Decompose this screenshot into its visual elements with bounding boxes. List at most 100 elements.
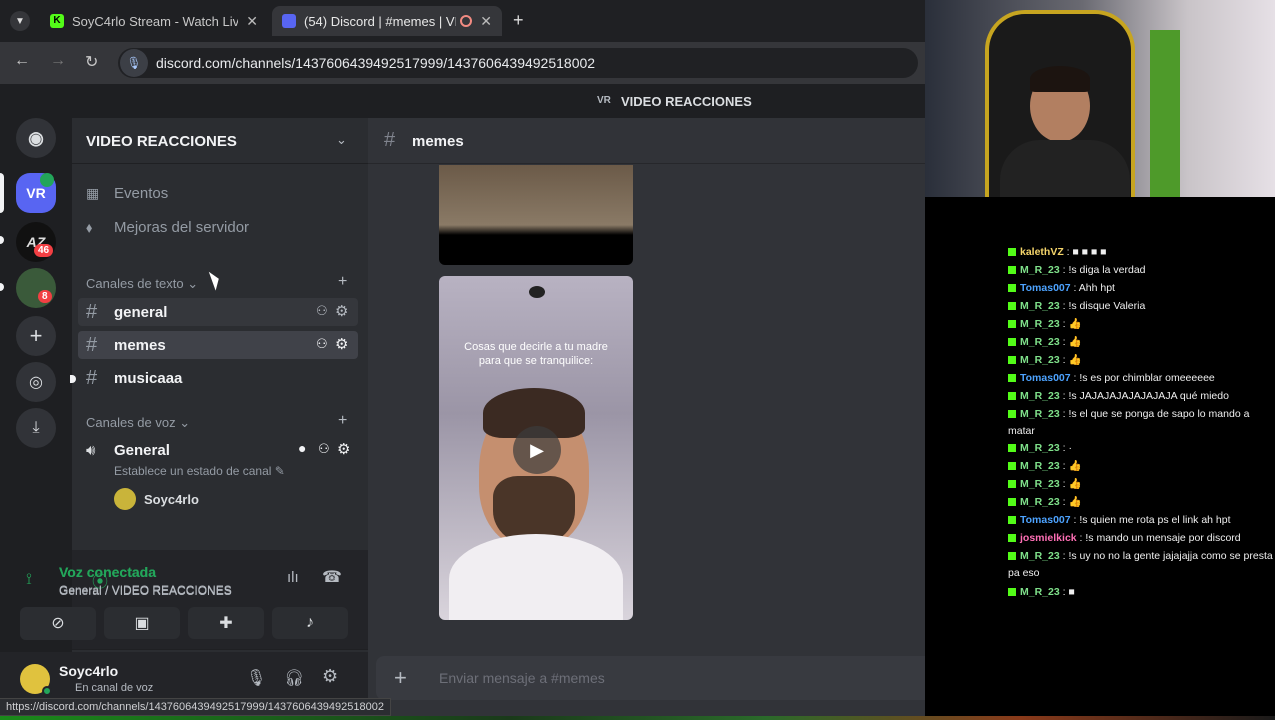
- tab-discord[interactable]: (54) Discord | #memes | VID ✕: [272, 6, 502, 36]
- hash-icon: #: [86, 333, 98, 356]
- channel-memes[interactable]: # memes ⚇ ⚙: [78, 331, 358, 359]
- chat-username: josmielkick: [1020, 532, 1077, 544]
- video-attachment-top[interactable]: [439, 165, 633, 265]
- discord-title-strip: VR VIDEO REACCIONES: [0, 84, 925, 118]
- chat-message: M_R_23 : !s diga la verdad: [1008, 262, 1274, 279]
- voice-status-text[interactable]: Establece un estado de canal ✎: [114, 464, 285, 478]
- screen-share-icon: ▣: [134, 615, 150, 632]
- chat-message: M_R_23 : 👍: [1008, 476, 1274, 493]
- add-server-icon[interactable]: +: [16, 316, 56, 356]
- chat-message: M_R_23 : !s disque Valeria: [1008, 298, 1274, 315]
- tab-list-icon[interactable]: ▼: [10, 11, 30, 31]
- chevron-down-icon: ⌄: [187, 276, 199, 291]
- voice-channel-general[interactable]: 🔊︎ General ● ⚇ ⚙: [78, 436, 358, 464]
- server-label: VR: [26, 185, 46, 201]
- add-channel-icon[interactable]: +: [338, 273, 347, 291]
- channel-general[interactable]: # general ⚇ ⚙: [78, 298, 358, 326]
- chat-text: : !s JAJAJAJAJAJAJAJA qué miedo: [1059, 390, 1229, 402]
- category-text[interactable]: Canales de texto ⌄: [86, 276, 198, 292]
- voice-indicator-icon: [40, 173, 54, 187]
- gear-icon[interactable]: ⚙: [335, 335, 348, 353]
- hash-icon: #: [86, 300, 98, 323]
- server-avatar[interactable]: [16, 268, 56, 308]
- chat-message: M_R_23 : 👍: [1008, 458, 1274, 475]
- server-header[interactable]: VIDEO REACCIONES ⌄: [72, 118, 368, 164]
- menu-boosts[interactable]: ⬧ Mejoras del servidor: [78, 213, 358, 241]
- noise-icon[interactable]: ılı: [287, 569, 299, 586]
- chat-message: M_R_23 : 👍: [1008, 352, 1274, 369]
- site-info-icon[interactable]: 🎙: [120, 49, 148, 77]
- download-icon[interactable]: ⤓: [16, 408, 56, 448]
- voice-connected-text[interactable]: Voz conectada: [59, 564, 156, 580]
- chat-text: : 👍: [1059, 336, 1082, 348]
- discord-home-icon[interactable]: ◉: [16, 118, 56, 158]
- back-icon[interactable]: ←: [14, 52, 30, 70]
- menu-events[interactable]: ▦ Eventos: [78, 179, 358, 207]
- invite-icon[interactable]: ⚇: [318, 441, 330, 457]
- chat-text: : 👍: [1059, 478, 1082, 490]
- chat-text: : !s quien me rota ps el link ah hpt: [1070, 514, 1231, 526]
- chat-text: : ■ ■ ■ ■: [1063, 246, 1107, 258]
- gear-icon[interactable]: ⚙: [337, 440, 350, 458]
- address-bar[interactable]: 🎙 discord.com/channels/14376064394925179…: [118, 48, 918, 78]
- voice-location-text[interactable]: General / VIDEO REACCIONES: [59, 583, 232, 597]
- message-composer[interactable]: + Enviar mensaje a #memes: [376, 656, 925, 700]
- new-tab-icon[interactable]: +: [513, 10, 524, 31]
- voice-user[interactable]: Soyc4rlo: [114, 488, 199, 510]
- chat-text: : 👍: [1059, 460, 1082, 472]
- chat-text: : ·: [1059, 442, 1072, 454]
- channel-musicaaa[interactable]: # musicaaa: [78, 364, 358, 392]
- video-attachment[interactable]: Cosas que decirle a tu madre para que se…: [439, 276, 633, 620]
- chat-username: M_R_23: [1020, 442, 1060, 454]
- close-tab-icon[interactable]: ✕: [246, 13, 258, 30]
- play-button[interactable]: ▶: [513, 426, 561, 474]
- url-text: discord.com/channels/1437606439492517999…: [156, 55, 596, 71]
- soundboard-button[interactable]: ♪: [272, 607, 348, 639]
- chat-text: : Ahh hpt: [1070, 282, 1115, 294]
- chat-username: M_R_23: [1020, 264, 1060, 276]
- chat-message: M_R_23 : !s uy no no la gente jajajajja …: [1008, 548, 1274, 582]
- headphones-icon[interactable]: 🎧︎: [284, 668, 304, 688]
- chevron-down-icon: ⌄: [336, 132, 347, 147]
- user-name[interactable]: Soyc4rlo: [59, 663, 118, 679]
- explore-icon[interactable]: ◎: [16, 362, 56, 402]
- chat-message: M_R_23 : !s el que se ponga de sapo lo m…: [1008, 406, 1274, 440]
- chat-bubble-icon[interactable]: ●: [298, 440, 306, 456]
- forward-icon[interactable]: →: [50, 52, 66, 70]
- invite-icon[interactable]: ⚇: [316, 303, 328, 319]
- chat-message: M_R_23 : ·: [1008, 440, 1274, 457]
- add-attachment-icon[interactable]: +: [394, 665, 407, 691]
- chat-username: M_R_23: [1020, 318, 1060, 330]
- unread-dot: [0, 236, 4, 244]
- webcam-feed: [925, 0, 1275, 197]
- chat-message: Tomas007 : Ahh hpt: [1008, 280, 1274, 297]
- activities-button[interactable]: ✚: [188, 607, 264, 639]
- unread-dot: [70, 375, 76, 383]
- chat-text: : 👍: [1059, 496, 1082, 508]
- microphone-icon[interactable]: 🎙︎: [246, 668, 266, 688]
- user-panel: Soyc4rlo En canal de voz 🎙︎ 🎧︎ ⚙: [0, 652, 368, 702]
- reload-icon[interactable]: ↻: [85, 52, 98, 72]
- chat-username: M_R_23: [1020, 300, 1060, 312]
- server-az[interactable]: AZ: [16, 222, 56, 262]
- chat-message: M_R_23 : !s JAJAJAJAJAJAJAJA qué miedo: [1008, 388, 1274, 405]
- chat-text: : !s mando un mensaje por discord: [1076, 532, 1241, 544]
- camera-off-button[interactable]: ⊘: [20, 607, 96, 639]
- gear-icon[interactable]: ⚙: [322, 666, 338, 687]
- server-badge: VR: [597, 95, 611, 106]
- channel-name: General: [114, 441, 170, 459]
- chat-message: M_R_23 : ■: [1008, 584, 1274, 601]
- screen-share-button[interactable]: ▣: [104, 607, 180, 639]
- kick-badge-icon: [1008, 552, 1016, 561]
- add-channel-icon[interactable]: +: [338, 412, 347, 430]
- category-voice[interactable]: Canales de voz ⌄: [86, 415, 190, 431]
- channel-title: memes: [412, 133, 464, 150]
- close-tab-icon[interactable]: ✕: [480, 13, 492, 30]
- chat-message: M_R_23 : 👍: [1008, 334, 1274, 351]
- disconnect-icon[interactable]: ☎: [322, 567, 342, 587]
- mention-badge: 8: [38, 290, 52, 303]
- gear-icon[interactable]: ⚙: [335, 302, 348, 320]
- hash-icon: #: [384, 129, 396, 151]
- tab-kick-stream[interactable]: K SoyC4rlo Stream - Watch Live o ✕: [40, 6, 268, 36]
- invite-icon[interactable]: ⚇: [316, 336, 328, 352]
